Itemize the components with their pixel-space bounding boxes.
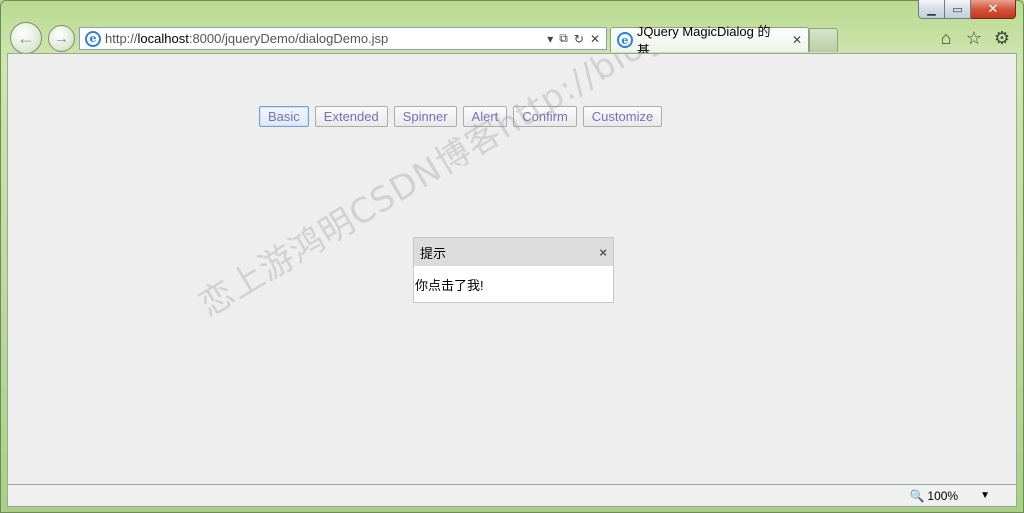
url-host: localhost: [137, 31, 189, 46]
toolbar-icons: ⌂ ☆ ⚙: [936, 28, 1012, 49]
minimize-button[interactable]: ▁: [918, 0, 945, 19]
basic-button[interactable]: Basic: [259, 106, 309, 127]
dialog-close-icon[interactable]: ×: [599, 245, 607, 260]
window-controls: ▁ ▭ ✕: [918, 0, 1016, 19]
close-window-button[interactable]: ✕: [971, 0, 1016, 19]
address-tools: ▾ ⧉ ↻ ✕: [547, 31, 606, 46]
tools-gear-icon[interactable]: ⚙: [992, 28, 1012, 49]
maximize-button[interactable]: ▭: [945, 0, 971, 19]
spinner-button[interactable]: Spinner: [393, 106, 457, 127]
address-bar[interactable]: e http://localhost:8000/jqueryDemo/dialo…: [79, 27, 607, 50]
url-prefix: http://: [105, 31, 138, 46]
favorites-icon[interactable]: ☆: [964, 28, 984, 49]
demo-button-group: Basic Extended Spinner Alert Confirm Cus…: [259, 106, 663, 127]
home-icon[interactable]: ⌂: [936, 28, 956, 49]
dialog-header[interactable]: 提示 ×: [414, 238, 613, 266]
forward-arrow-icon: →: [54, 30, 69, 47]
alert-button[interactable]: Alert: [462, 106, 508, 127]
tab-close-icon[interactable]: ✕: [792, 33, 802, 47]
tab-active[interactable]: e JQuery MagicDialog 的基... ✕: [610, 24, 809, 58]
compatibility-view-icon[interactable]: ⧉: [559, 31, 568, 46]
back-button[interactable]: ←: [10, 22, 42, 54]
stop-icon[interactable]: ✕: [590, 32, 600, 46]
refresh-icon[interactable]: ↻: [574, 32, 584, 46]
customize-button[interactable]: Customize: [582, 106, 663, 127]
address-dropdown-icon[interactable]: ▾: [547, 32, 553, 46]
dialog-title: 提示: [420, 245, 447, 261]
confirm-button[interactable]: Confirm: [513, 106, 577, 127]
url-path: :8000/jqueryDemo/dialogDemo.jsp: [188, 31, 389, 46]
back-arrow-icon: ←: [17, 27, 35, 48]
url-text[interactable]: http://localhost:8000/jqueryDemo/dialogD…: [105, 31, 388, 46]
new-tab-button[interactable]: [809, 28, 838, 52]
ie-tab-icon: e: [617, 32, 633, 48]
dialog-message: 你点击了我!: [415, 278, 484, 293]
extended-button[interactable]: Extended: [314, 106, 388, 127]
page-viewport: Basic Extended Spinner Alert Confirm Cus…: [7, 53, 1017, 485]
zoom-dropdown-icon[interactable]: ▼: [980, 490, 990, 501]
alert-dialog: 提示 × 你点击了我!: [413, 237, 614, 303]
zoom-magnifier-icon[interactable]: 🔍: [909, 489, 924, 503]
zoom-level[interactable]: 100%: [927, 489, 958, 503]
ie-page-icon: e: [85, 30, 101, 47]
forward-button[interactable]: →: [48, 25, 75, 52]
status-bar: 🔍 100% ▼: [7, 485, 1017, 507]
